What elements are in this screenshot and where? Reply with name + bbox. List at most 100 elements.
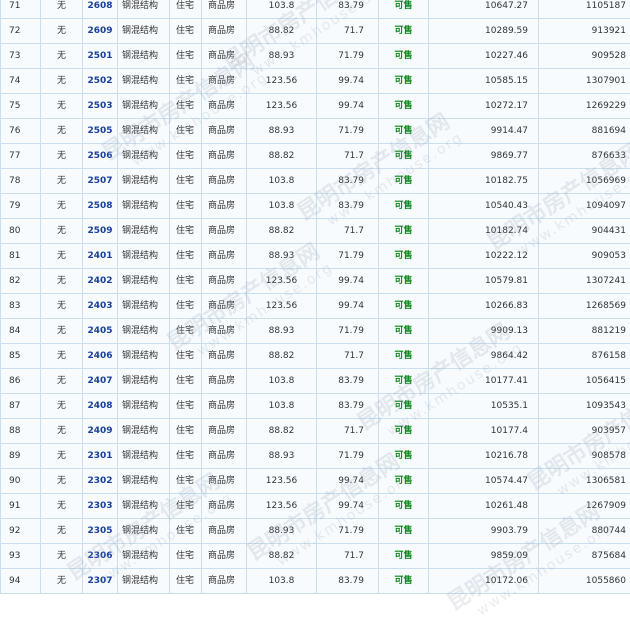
decoration-cell: 无	[41, 144, 83, 169]
total-price-cell: 1307241	[539, 269, 630, 294]
table-row: 92无2305钢混结构住宅商品房88.9371.79可售9903.7988074…	[1, 519, 630, 544]
room-number-link[interactable]: 2302	[87, 476, 112, 486]
row-number-cell: 83	[1, 294, 41, 319]
table-row: 84无2405钢混结构住宅商品房88.9371.79可售9909.1388121…	[1, 319, 630, 344]
room-number-link[interactable]: 2301	[87, 451, 112, 461]
row-number-cell: 92	[1, 519, 41, 544]
decoration-cell: 无	[41, 69, 83, 94]
floor-area-cell: 88.82	[247, 19, 317, 44]
inner-area-cell: 71.79	[317, 44, 379, 69]
house-type-cell: 商品房	[202, 94, 247, 119]
room-number-link[interactable]: 2506	[87, 151, 112, 161]
room-number-link[interactable]: 2509	[87, 226, 112, 236]
usage-cell: 住宅	[170, 569, 202, 594]
unit-price-cell: 10272.17	[429, 94, 539, 119]
sale-status-cell: 可售	[379, 544, 429, 569]
room-cell: 2402	[83, 269, 118, 294]
usage-cell: 住宅	[170, 369, 202, 394]
decoration-cell: 无	[41, 119, 83, 144]
room-number-link[interactable]: 2303	[87, 501, 112, 511]
decoration-cell: 无	[41, 419, 83, 444]
house-type-cell: 商品房	[202, 194, 247, 219]
floor-area-cell: 103.8	[247, 369, 317, 394]
room-cell: 2405	[83, 319, 118, 344]
usage-cell: 住宅	[170, 319, 202, 344]
room-cell: 2502	[83, 69, 118, 94]
table-row: 94无2307钢混结构住宅商品房103.883.79可售10172.061055…	[1, 569, 630, 594]
house-type-cell: 商品房	[202, 169, 247, 194]
room-number-link[interactable]: 2305	[87, 526, 112, 536]
inner-area-cell: 71.7	[317, 219, 379, 244]
table-row: 93无2306钢混结构住宅商品房88.8271.7可售9859.09875684	[1, 544, 630, 569]
inner-area-cell: 83.79	[317, 194, 379, 219]
sale-status-cell: 可售	[379, 94, 429, 119]
floor-area-cell: 103.8	[247, 569, 317, 594]
row-number-cell: 81	[1, 244, 41, 269]
structure-cell: 钢混结构	[118, 294, 170, 319]
room-number-link[interactable]: 2502	[87, 76, 112, 86]
room-number-link[interactable]: 2408	[87, 401, 112, 411]
structure-cell: 钢混结构	[118, 69, 170, 94]
inner-area-cell: 71.79	[317, 119, 379, 144]
inner-area-cell: 71.79	[317, 519, 379, 544]
table-row: 81无2401钢混结构住宅商品房88.9371.79可售10222.129090…	[1, 244, 630, 269]
room-number-link[interactable]: 2503	[87, 101, 112, 111]
decoration-cell: 无	[41, 94, 83, 119]
structure-cell: 钢混结构	[118, 469, 170, 494]
inner-area-cell: 99.74	[317, 94, 379, 119]
house-type-cell: 商品房	[202, 294, 247, 319]
total-price-cell: 1307901	[539, 69, 630, 94]
room-number-link[interactable]: 2501	[87, 51, 112, 61]
row-number-cell: 82	[1, 269, 41, 294]
floor-area-cell: 123.56	[247, 494, 317, 519]
structure-cell: 钢混结构	[118, 44, 170, 69]
room-number-link[interactable]: 2608	[87, 1, 112, 11]
room-number-link[interactable]: 2307	[87, 576, 112, 586]
table-row: 88无2409钢混结构住宅商品房88.8271.7可售10177.4903957	[1, 419, 630, 444]
unit-price-cell: 10222.12	[429, 244, 539, 269]
room-number-link[interactable]: 2407	[87, 376, 112, 386]
room-number-link[interactable]: 2505	[87, 126, 112, 136]
total-price-cell: 1105187	[539, 0, 630, 19]
decoration-cell: 无	[41, 344, 83, 369]
usage-cell: 住宅	[170, 294, 202, 319]
room-cell: 2403	[83, 294, 118, 319]
sale-status-cell: 可售	[379, 69, 429, 94]
floor-area-cell: 88.82	[247, 344, 317, 369]
usage-cell: 住宅	[170, 469, 202, 494]
structure-cell: 钢混结构	[118, 519, 170, 544]
table-row: 76无2505钢混结构住宅商品房88.9371.79可售9914.4788169…	[1, 119, 630, 144]
row-number-cell: 74	[1, 69, 41, 94]
room-number-link[interactable]: 2401	[87, 251, 112, 261]
room-number-link[interactable]: 2402	[87, 276, 112, 286]
room-number-link[interactable]: 2403	[87, 301, 112, 311]
unit-price-cell: 10182.74	[429, 219, 539, 244]
room-number-link[interactable]: 2508	[87, 201, 112, 211]
room-number-link[interactable]: 2406	[87, 351, 112, 361]
floor-area-cell: 88.93	[247, 244, 317, 269]
room-list-body: 71无2608钢混结构住宅商品房103.883.79可售10647.271105…	[1, 0, 630, 594]
decoration-cell: 无	[41, 0, 83, 19]
row-number-cell: 71	[1, 0, 41, 19]
unit-price-cell: 10172.06	[429, 569, 539, 594]
row-number-cell: 78	[1, 169, 41, 194]
structure-cell: 钢混结构	[118, 269, 170, 294]
floor-area-cell: 88.93	[247, 119, 317, 144]
room-number-link[interactable]: 2405	[87, 326, 112, 336]
house-type-cell: 商品房	[202, 219, 247, 244]
unit-price-cell: 10182.75	[429, 169, 539, 194]
room-number-link[interactable]: 2507	[87, 176, 112, 186]
table-row: 73无2501钢混结构住宅商品房88.9371.79可售10227.469095…	[1, 44, 630, 69]
row-number-cell: 89	[1, 444, 41, 469]
inner-area-cell: 71.7	[317, 419, 379, 444]
row-number-cell: 80	[1, 219, 41, 244]
floor-area-cell: 88.82	[247, 219, 317, 244]
room-number-link[interactable]: 2409	[87, 426, 112, 436]
unit-price-cell: 9914.47	[429, 119, 539, 144]
room-number-link[interactable]: 2609	[87, 26, 112, 36]
room-number-link[interactable]: 2306	[87, 551, 112, 561]
usage-cell: 住宅	[170, 219, 202, 244]
inner-area-cell: 71.7	[317, 544, 379, 569]
inner-area-cell: 71.7	[317, 144, 379, 169]
structure-cell: 钢混结构	[118, 0, 170, 19]
